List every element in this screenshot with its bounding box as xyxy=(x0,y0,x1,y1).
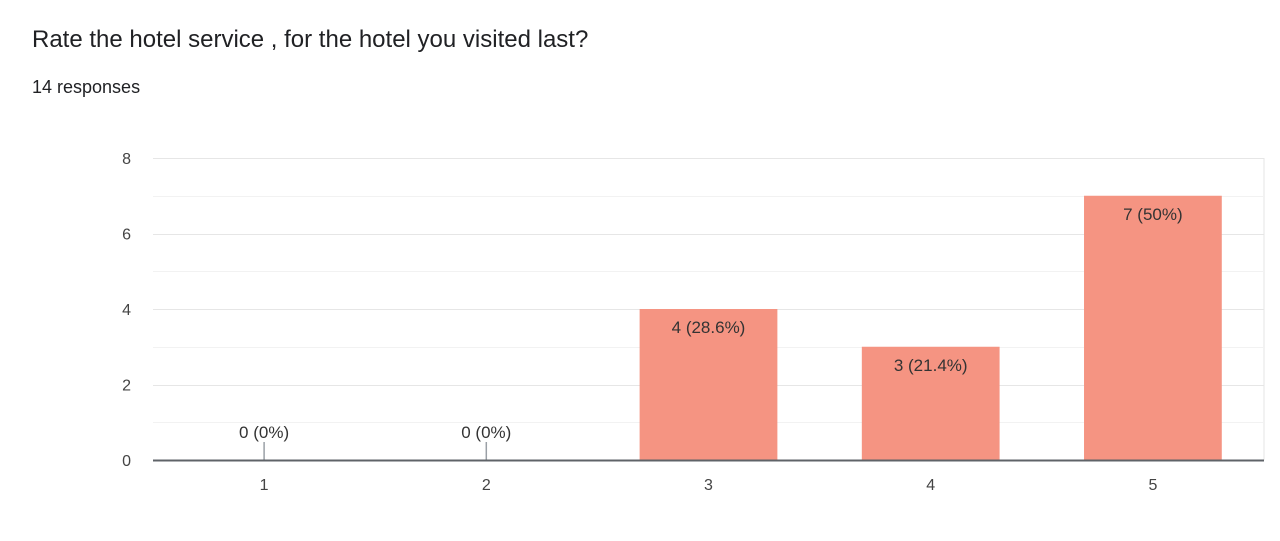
y-tick-label: 4 xyxy=(122,302,131,319)
y-tick-label: 8 xyxy=(122,151,131,168)
y-tick-label: 0 xyxy=(122,453,131,470)
data-label: 7 (50%) xyxy=(1123,205,1183,224)
x-tick-label: 1 xyxy=(260,477,269,494)
x-tick-label: 3 xyxy=(704,477,713,494)
bar-chart: 0 2 4 6 8 1 2 3 4 5 0 (0%) 0 (0%) 4 (28.6%) 3 (21.4%… xyxy=(122,151,1265,494)
data-label: 3 (21.4%) xyxy=(894,356,968,375)
x-tick-label: 4 xyxy=(926,477,935,494)
y-tick-label: 2 xyxy=(122,378,131,395)
data-label: 4 (28.6%) xyxy=(672,318,746,337)
data-label: 0 (0%) xyxy=(239,423,289,442)
bar xyxy=(1084,195,1222,460)
x-tick-label: 2 xyxy=(482,477,491,494)
data-label: 0 (0%) xyxy=(461,423,511,442)
x-tick-label: 5 xyxy=(1148,477,1157,494)
y-tick-label: 6 xyxy=(122,227,131,244)
